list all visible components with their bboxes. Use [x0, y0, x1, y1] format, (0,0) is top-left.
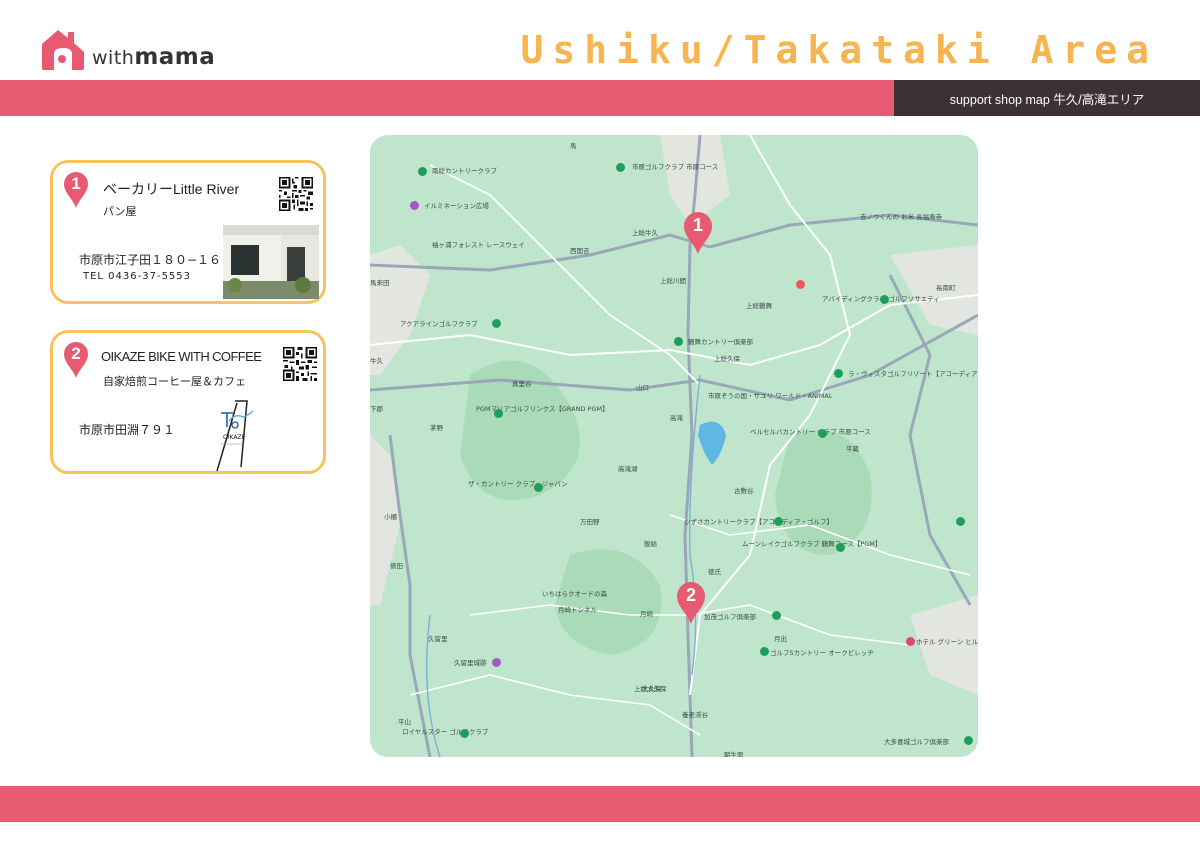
golf-poi-icon [834, 369, 843, 378]
map-label: イルミネーション広場 [424, 202, 489, 210]
golf-poi-icon [460, 729, 469, 738]
map-label: ムーンレイクゴルフクラブ 鶴舞コース【PGM】 [742, 540, 882, 548]
map-label: 真里谷 [512, 380, 532, 388]
map-label: 馬来田 [370, 279, 390, 287]
shop-photo [223, 225, 319, 299]
golf-poi-icon [492, 319, 501, 328]
map-label: 月崎トンネル [558, 606, 597, 614]
map-label: 牛久 [370, 357, 383, 365]
shop-card-1: 1 ベーカリーLittle River パン屋 市原市江子田１８０−１６ TEL… [50, 160, 326, 304]
map-label: 上総鶴舞 [746, 302, 772, 310]
map-label: かずさカントリークラブ【アコーディア・ゴルフ】 [684, 518, 834, 526]
map-label: ラ・ヴィスタゴルフリゾート【アコーディア・ゴルフ】 [848, 370, 978, 378]
map-label: 長南町 [936, 284, 956, 292]
temple-poi-icon [796, 280, 805, 289]
golf-poi-icon [760, 647, 769, 656]
map-label: 月出 [774, 635, 787, 643]
oikaze-logo: OIKAZE [216, 400, 254, 472]
golf-poi-icon [880, 295, 889, 304]
map-label: ベルセルバカントリー クラブ 市原コース [750, 428, 871, 436]
map-label: 市原ゴルフクラブ 市原コース [632, 163, 719, 171]
map-label: 上総川間 [660, 277, 686, 285]
qr-code-icon[interactable] [279, 177, 313, 211]
shop-type: パン屋 [103, 205, 137, 218]
golf-poi-icon [964, 736, 973, 745]
map-marker-number: 2 [685, 585, 696, 605]
shop-tel: TEL 0436-37-5553 [83, 271, 192, 282]
golf-poi-icon [772, 611, 781, 620]
golf-poi-icon [774, 517, 783, 526]
map-label: 下郡 [370, 405, 383, 413]
golf-poi-icon [418, 167, 427, 176]
map-label: いちはらクオードの森 [542, 590, 607, 598]
shop-number: 2 [71, 344, 81, 363]
shop-name: OIKAZE BIKE WITH COFFEE [101, 349, 262, 364]
footer-band [0, 786, 1200, 822]
area-map[interactable]: 南総カントリークラブ 市原ゴルフクラブ 市原コース イルミネーション広場 袖ヶ浦… [370, 135, 978, 757]
map-label: 月崎 [640, 610, 653, 618]
logo-wordmark: withmama [92, 44, 215, 70]
map-label: アクアラインゴルフクラブ [400, 320, 478, 328]
map-label: 茅野 [430, 424, 443, 432]
shop-address: 市原市田淵７９１ [79, 423, 176, 437]
map-label: 西国吉 [570, 247, 590, 255]
map-label: 市原ぞうの国・サユリ ワールド・ANIMAL [708, 392, 833, 400]
subtitle: support shop map 牛久/高滝エリア [949, 92, 1145, 107]
map-label: 山口 [636, 384, 649, 392]
map-label: 飯給 [644, 540, 657, 548]
map-label: 朝生原 [724, 751, 744, 757]
map-label: 吉ノウくんの お米 長福寿寺 [860, 213, 943, 221]
map-label: ザ・カントリー クラブ・ジャパン [468, 480, 568, 488]
area-title: Ushiku/Takataki Area [520, 28, 1158, 72]
map-label: 平山 [398, 718, 411, 726]
map-label: ゴルフ5カントリー オークビレッヂ [770, 649, 874, 657]
map-label: 大久保 [642, 685, 662, 693]
map-label: 万田野 [580, 518, 600, 526]
map-label: 馬 [570, 142, 577, 150]
hotel-poi-icon [906, 637, 915, 646]
attraction-poi-icon [492, 658, 501, 667]
map-label: 南総カントリークラブ [432, 167, 497, 175]
map-label: 徳氏 [708, 568, 721, 576]
shop-address: 市原市江子田１８０−１６ [79, 253, 222, 267]
logo-with: with [92, 47, 135, 69]
map-label: 俵田 [390, 562, 403, 570]
map-label: 養老渓谷 [682, 711, 708, 719]
golf-poi-icon [616, 163, 625, 172]
map-label: 上総久保 [714, 355, 740, 363]
map-label: 上総牛久 [632, 229, 658, 237]
shop-type: 自家焙煎コーヒー屋＆カフェ [103, 375, 246, 388]
map-label: 高滝湖 [618, 465, 638, 473]
map-label: 袖ヶ浦フォレスト レースウェイ [432, 241, 525, 249]
map-label: 平蔵 [846, 445, 859, 453]
subtitle-box: support shop map 牛久/高滝エリア [894, 80, 1200, 116]
map-label: 小櫃 [384, 513, 397, 521]
map-label: 高滝 [670, 414, 683, 422]
logo-mama: mama [134, 44, 216, 70]
attraction-poi-icon [410, 201, 419, 210]
map-label: 久留里城跡 [454, 659, 487, 667]
shop-name: ベーカリーLittle River [103, 181, 240, 197]
map-label: ロイヤルスター ゴルフクラブ [402, 728, 489, 736]
map-label: 大多喜城ゴルフ倶楽部 [884, 738, 949, 746]
map-label: 久留里 [428, 635, 448, 643]
golf-poi-icon [674, 337, 683, 346]
map-marker-number: 1 [692, 215, 703, 235]
golf-poi-icon [534, 483, 543, 492]
map-label: 鶴舞カントリー倶楽部 [688, 338, 753, 346]
shop-card-2: 2 OIKAZE BIKE WITH COFFEE 自家焙煎コーヒー屋＆カフェ … [50, 330, 326, 474]
golf-poi-icon [836, 543, 845, 552]
map-label: ホテル グリーン ヒル 大多喜 [916, 638, 978, 646]
shop-number: 1 [71, 174, 81, 193]
map-label: 古敷谷 [734, 487, 754, 495]
golf-poi-icon [818, 429, 827, 438]
golf-poi-icon [956, 517, 965, 526]
oikaze-logo-text: OIKAZE [223, 434, 246, 441]
qr-code-icon[interactable] [283, 347, 317, 381]
map-label: 加茂ゴルフ倶楽部 [704, 613, 756, 621]
golf-poi-icon [494, 409, 503, 418]
